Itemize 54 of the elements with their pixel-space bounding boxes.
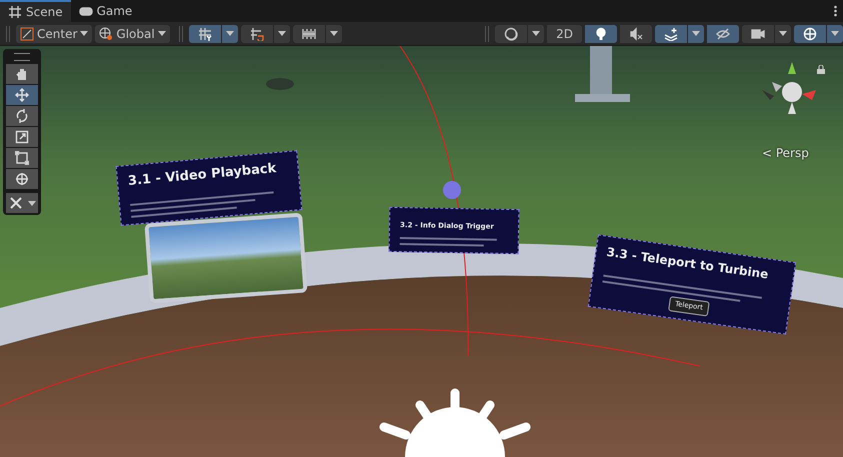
dropdown-button[interactable] [528, 24, 544, 42]
toggle-button[interactable] [495, 24, 528, 42]
space-dropdown[interactable]: Global [95, 24, 170, 42]
toggle-button[interactable] [707, 24, 739, 42]
dropdown-button[interactable] [26, 193, 38, 213]
toggle-button[interactable] [585, 24, 617, 42]
toggle-button[interactable] [794, 24, 826, 42]
tool-button[interactable] [6, 85, 38, 105]
eye-hidden-icon [716, 26, 730, 40]
tool-button[interactable] [6, 169, 38, 189]
ruler-icon [302, 26, 316, 40]
dropdown-button[interactable] [688, 24, 704, 42]
panel-title: 3.3 - Teleport to Turbine [606, 246, 770, 282]
tab[interactable]: Scene [0, 0, 71, 22]
speaker-muted-icon [629, 26, 643, 40]
dropdown-button[interactable] [775, 24, 791, 42]
toggle-button[interactable]: 2D [547, 24, 582, 42]
snap-magnet-icon [250, 26, 264, 40]
toggle-button[interactable] [292, 24, 325, 42]
drag-handle-icon[interactable] [14, 53, 30, 61]
layers-icon [664, 26, 678, 40]
gizmo-icon [803, 26, 817, 40]
lock-icon[interactable] [817, 65, 825, 74]
custom-tool-button[interactable] [6, 193, 26, 213]
grid-snap-icon [198, 26, 212, 40]
caret-icon [158, 31, 166, 36]
toggle-button[interactable] [188, 24, 221, 42]
transform-icon [15, 172, 29, 186]
pivot-icon [20, 26, 34, 40]
projection-label[interactable]: < Persp [762, 144, 809, 162]
toggle-button[interactable] [240, 24, 273, 42]
toggle-button[interactable] [655, 24, 687, 42]
toggle-button[interactable] [742, 24, 774, 42]
move-arrows-icon [15, 88, 29, 102]
tool-button[interactable] [6, 148, 38, 168]
dropdown-button[interactable] [222, 24, 238, 42]
tool-button[interactable] [6, 64, 38, 84]
dropdown-button[interactable] [827, 24, 843, 42]
dropdown-button[interactable] [274, 24, 290, 42]
tool-button[interactable] [6, 106, 38, 126]
rotate-icon [15, 109, 29, 123]
panel-title: 3.1 - Video Playback [128, 162, 277, 190]
scale-icon [15, 130, 29, 144]
tool-button[interactable] [6, 127, 38, 147]
caret-icon [80, 31, 88, 36]
video-camera-icon [751, 26, 765, 40]
globe-icon [99, 26, 114, 40]
dropdown-button[interactable] [326, 24, 342, 42]
sphere-icon [504, 26, 518, 40]
rect-tool-icon [15, 151, 29, 165]
toggle-button[interactable] [620, 24, 652, 42]
lightbulb-icon [594, 26, 608, 40]
pivot-dropdown[interactable]: Center [16, 24, 92, 42]
hash-icon [8, 5, 22, 19]
